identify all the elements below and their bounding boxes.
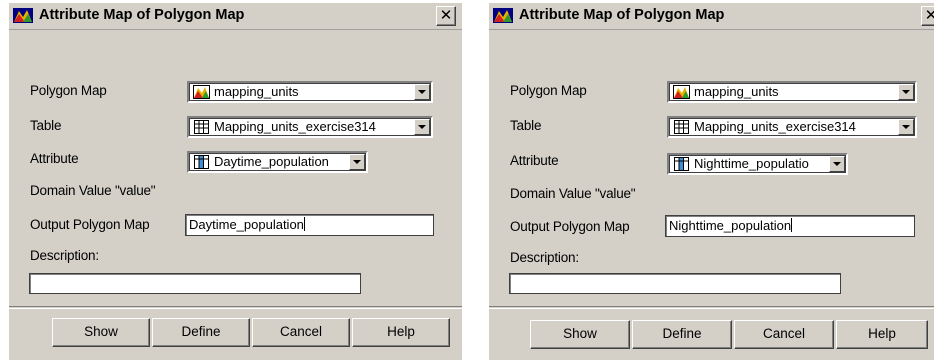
button-bar-separator xyxy=(9,306,462,309)
chevron-down-icon xyxy=(418,125,426,129)
polygon-map-select[interactable]: mapping_units xyxy=(187,81,433,103)
polygon-map-label: Polygon Map xyxy=(510,83,587,98)
table-dropdown-button[interactable] xyxy=(898,119,914,135)
polygon-map-value: mapping_units xyxy=(694,84,779,99)
output-map-label: Output Polygon Map xyxy=(30,217,150,232)
chevron-down-icon xyxy=(418,90,426,94)
attribute-label: Attribute xyxy=(510,153,559,168)
dialog-attribute-map-daytime: Attribute Map of Polygon Map ✕ Polygon M… xyxy=(8,2,462,360)
table-icon xyxy=(674,120,689,134)
table-label: Table xyxy=(510,118,542,133)
attribute-select[interactable]: Daytime_population xyxy=(187,151,368,173)
title-bar: Attribute Map of Polygon Map ✕ xyxy=(489,3,934,30)
domain-label: Domain Value "value" xyxy=(510,186,636,201)
button-bar-separator xyxy=(489,306,934,309)
text-caret xyxy=(791,218,793,232)
polygon-map-dropdown-button[interactable] xyxy=(414,84,430,100)
polygon-map-app-icon xyxy=(493,8,513,23)
define-button[interactable]: Define xyxy=(632,320,732,349)
polygon-map-label: Polygon Map xyxy=(30,83,107,98)
column-icon xyxy=(194,155,209,169)
cancel-button[interactable]: Cancel xyxy=(734,320,834,349)
table-icon xyxy=(194,120,209,134)
chevron-down-icon xyxy=(833,162,841,166)
attribute-label: Attribute xyxy=(30,151,79,166)
close-button[interactable]: ✕ xyxy=(921,6,934,26)
table-select[interactable]: Mapping_units_exercise314 xyxy=(187,116,433,138)
chevron-down-icon xyxy=(353,160,361,164)
table-value: Mapping_units_exercise314 xyxy=(694,119,856,134)
description-label: Description: xyxy=(510,250,579,265)
description-input[interactable] xyxy=(509,273,841,294)
help-button[interactable]: Help xyxy=(836,320,928,349)
description-input[interactable] xyxy=(29,273,361,294)
table-value: Mapping_units_exercise314 xyxy=(214,119,376,134)
attribute-dropdown-button[interactable] xyxy=(349,154,365,170)
help-button[interactable]: Help xyxy=(352,318,450,347)
polygon-map-select[interactable]: mapping_units xyxy=(667,81,917,103)
dialog-attribute-map-nighttime: Attribute Map of Polygon Map ✕ Polygon M… xyxy=(488,2,934,360)
table-dropdown-button[interactable] xyxy=(414,119,430,135)
table-select[interactable]: Mapping_units_exercise314 xyxy=(667,116,917,138)
output-map-input[interactable]: Nighttime_population xyxy=(665,215,915,237)
dialog-title: Attribute Map of Polygon Map xyxy=(519,7,725,23)
polygon-map-app-icon xyxy=(13,8,33,23)
show-button[interactable]: Show xyxy=(530,320,630,349)
chevron-down-icon xyxy=(902,90,910,94)
show-button[interactable]: Show xyxy=(52,318,150,347)
output-map-value: Daytime_population xyxy=(189,217,304,232)
domain-label: Domain Value "value" xyxy=(30,183,156,198)
output-map-value: Nighttime_population xyxy=(669,218,792,233)
title-bar: Attribute Map of Polygon Map ✕ xyxy=(9,3,462,30)
attribute-value: Nighttime_populatio xyxy=(694,156,809,171)
chevron-down-icon xyxy=(902,125,910,129)
text-caret xyxy=(303,217,305,231)
polygon-map-icon xyxy=(673,85,690,99)
cancel-button[interactable]: Cancel xyxy=(252,318,350,347)
attribute-value: Daytime_population xyxy=(214,154,329,169)
table-label: Table xyxy=(30,118,62,133)
description-label: Description: xyxy=(30,248,99,263)
define-button[interactable]: Define xyxy=(152,318,250,347)
column-icon xyxy=(674,157,689,171)
attribute-dropdown-button[interactable] xyxy=(829,156,845,172)
close-button[interactable]: ✕ xyxy=(436,6,456,26)
polygon-map-dropdown-button[interactable] xyxy=(898,84,914,100)
attribute-select[interactable]: Nighttime_populatio xyxy=(667,153,848,175)
dialog-title: Attribute Map of Polygon Map xyxy=(39,7,245,23)
output-map-label: Output Polygon Map xyxy=(510,219,630,234)
polygon-map-icon xyxy=(193,85,210,99)
polygon-map-value: mapping_units xyxy=(214,84,299,99)
output-map-input[interactable]: Daytime_population xyxy=(185,214,434,236)
